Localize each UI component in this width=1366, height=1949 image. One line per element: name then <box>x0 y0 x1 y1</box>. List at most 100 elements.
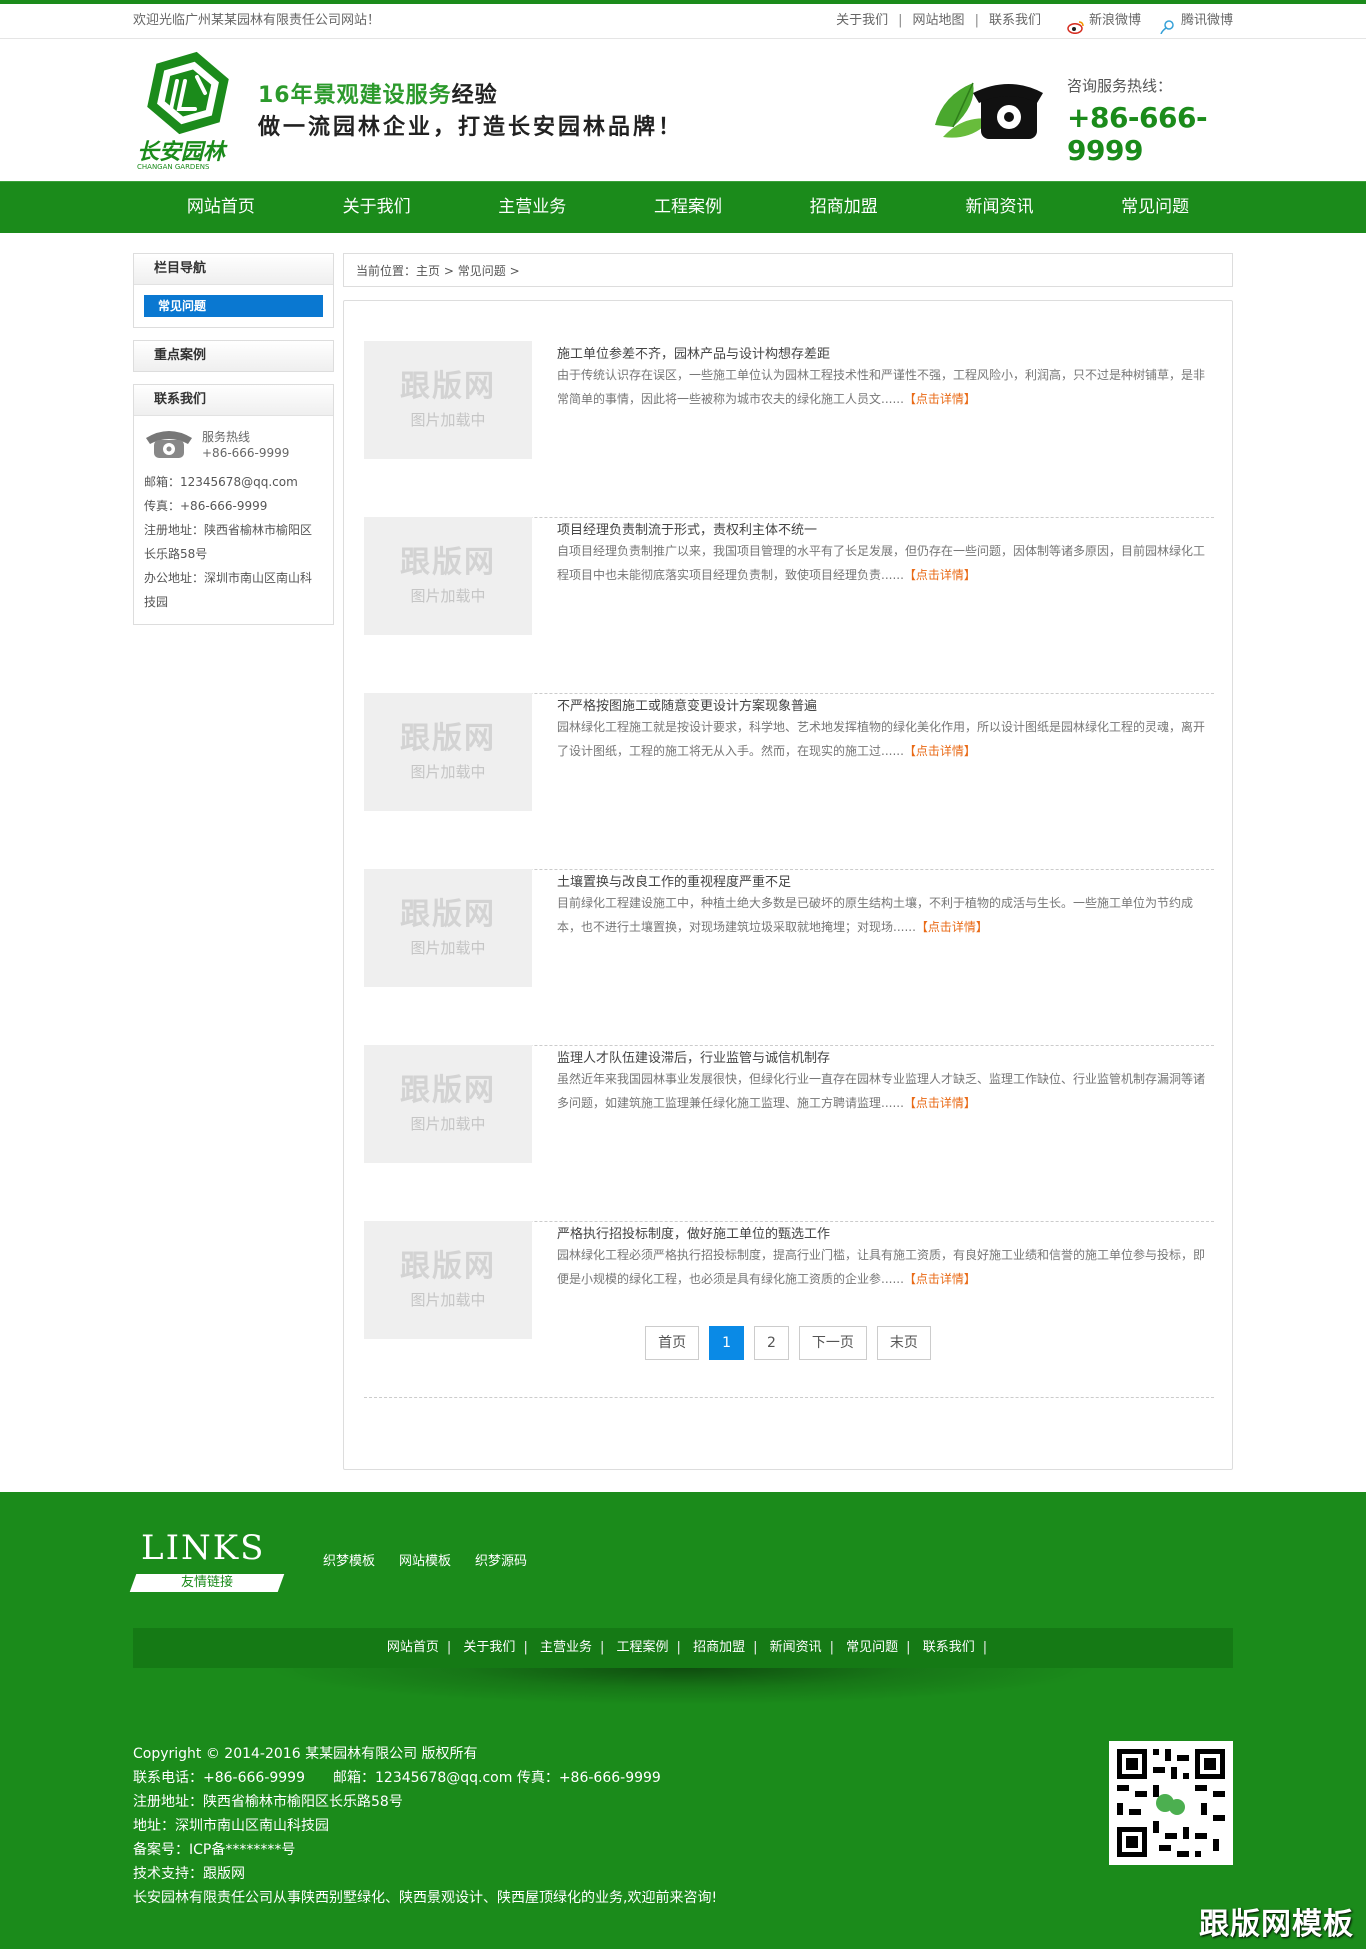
article-title[interactable]: 监理人才队伍建设滞后，行业监管与诚信机制存 <box>557 1047 830 1066</box>
page-1[interactable]: 1 <box>709 1326 744 1360</box>
placeholder-brand: 跟版网 <box>400 1249 496 1284</box>
article-summary: 由于传统认识存在误区，一些施工单位认为园林工程技术性和严谨性不强，工程风险小，利… <box>557 363 1212 411</box>
page-2[interactable]: 2 <box>754 1326 789 1360</box>
footer-nav-home[interactable]: 网站首页 <box>387 1640 439 1655</box>
tencent-weibo-link[interactable]: 腾讯微博 <box>1159 4 1233 38</box>
placeholder-loading: 图片加载中 <box>410 1115 486 1133</box>
more-link[interactable]: 【点击详情】 <box>904 568 976 582</box>
nav-about[interactable]: 关于我们 <box>299 182 455 233</box>
breadcrumb-current[interactable]: 常见问题 <box>458 264 506 278</box>
summary-text: 由于传统认识存在误区，一些施工单位认为园林工程技术性和严谨性不强，工程风险小，利… <box>557 368 1206 406</box>
more-link[interactable]: 【点击详情】 <box>904 392 976 406</box>
article-title[interactable]: 不严格按图施工或随意变更设计方案现象普遍 <box>557 695 817 714</box>
nav-cases[interactable]: 工程案例 <box>610 182 766 233</box>
weibo-icon <box>1067 14 1085 35</box>
footer-nav-contact[interactable]: 联系我们 <box>923 1640 975 1655</box>
list-item: 跟版网 图片加载中 项目经理负责制流于形式，责权利主体不统一 自项目经理负责制推广… <box>364 517 1214 694</box>
separator: | <box>753 1640 758 1655</box>
logo-subtext: CHANGAN GARDENS <box>137 163 210 171</box>
breadcrumb-home[interactable]: 主页 <box>416 264 440 278</box>
footer-icp: 备案号：ICP备********号 <box>133 1842 296 1858</box>
sina-weibo-link[interactable]: 新浪微博 <box>1067 4 1141 38</box>
nav-home[interactable]: 网站首页 <box>143 182 299 233</box>
footer-nav-about[interactable]: 关于我们 <box>463 1640 515 1655</box>
footer-nav-cases[interactable]: 工程案例 <box>617 1640 669 1655</box>
slogan-line1: 16年景观建设服务经验 <box>258 77 498 109</box>
service-hotline: 服务热线 +86-666-9999 <box>144 426 323 464</box>
article-title[interactable]: 施工单位参差不齐，园林产品与设计构想存差距 <box>557 343 830 362</box>
sidebar-item-faq[interactable]: 常见问题 <box>144 295 323 317</box>
more-link[interactable]: 【点击详情】 <box>916 920 988 934</box>
main-nav: 网站首页 关于我们 主营业务 工程案例 招商加盟 新闻资讯 常见问题 <box>0 181 1366 233</box>
sidebar-cases-box: 重点案例 <box>133 340 334 372</box>
top-link-about[interactable]: 关于我们 <box>836 4 888 38</box>
article-thumbnail[interactable]: 跟版网 图片加载中 <box>364 341 532 459</box>
page-next[interactable]: 下一页 <box>798 1326 867 1360</box>
separator: | <box>974 13 979 28</box>
article-title[interactable]: 严格执行招投标制度，做好施工单位的甄选工作 <box>557 1223 830 1242</box>
logo[interactable]: 长安园林 CHANGAN GARDENS <box>133 47 243 171</box>
telephone-icon <box>933 75 1043 143</box>
breadcrumb: 当前位置：主页 > 常见问题 > <box>343 253 1233 287</box>
page-first[interactable]: 首页 <box>645 1326 700 1360</box>
nav-business[interactable]: 主营业务 <box>454 182 610 233</box>
contact-fax: 传真：+86-666-9999 <box>144 499 268 513</box>
top-links: 关于我们 | 网站地图 | 联系我们 新浪微博 腾讯微博 <box>836 4 1233 38</box>
page-last[interactable]: 末页 <box>876 1326 931 1360</box>
placeholder-loading: 图片加载中 <box>410 763 486 781</box>
breadcrumb-sep: > <box>509 264 520 278</box>
footer: LINKS 友情链接 织梦模板 网站模板 织梦源码 网站首页 | 关于我们 | 主营… <box>0 1492 1366 1949</box>
footer-contact: 联系电话：+86-666-9999 邮箱：12345678@qq.com 传真：… <box>133 1770 661 1786</box>
list-item: 跟版网 图片加载中 施工单位参差不齐，园林产品与设计构想存差距 由于传统认识存在误… <box>364 341 1214 518</box>
more-link[interactable]: 【点击详情】 <box>904 1096 976 1110</box>
nav-news[interactable]: 新闻资讯 <box>922 182 1078 233</box>
article-title[interactable]: 项目经理负责制流于形式，责权利主体不统一 <box>557 519 817 538</box>
list-item: 跟版网 图片加载中 监理人才队伍建设滞后，行业监管与诚信机制存 虽然近年来我国园林… <box>364 1045 1214 1222</box>
nav-franchise[interactable]: 招商加盟 <box>766 182 922 233</box>
watermark: 跟版网模板 <box>1199 1907 1354 1942</box>
article-thumbnail[interactable]: 跟版网 图片加载中 <box>364 869 532 987</box>
nav-faq[interactable]: 常见问题 <box>1077 182 1233 233</box>
more-link[interactable]: 【点击详情】 <box>904 1272 976 1286</box>
top-link-contact[interactable]: 联系我们 <box>989 4 1041 38</box>
footer-description: 长安园林有限责任公司从事陕西别墅绿化、陕西景观设计、陕西屋顶绿化的业务,欢迎前来… <box>133 1890 718 1906</box>
article-thumbnail[interactable]: 跟版网 图片加载中 <box>364 517 532 635</box>
service-hotline-number: +86-666-9999 <box>202 446 290 460</box>
article-title[interactable]: 土壤置换与改良工作的重视程度严重不足 <box>557 871 791 890</box>
separator: | <box>982 1640 988 1655</box>
copyright: Copyright © 2014-2016 某某园林有限公司 版权所有 <box>133 1746 478 1762</box>
summary-text: 园林绿化工程必须严格执行招投标制度，提高行业门槛，让具有施工资质，有良好施工业绩… <box>557 1248 1206 1286</box>
placeholder-loading: 图片加载中 <box>410 939 486 957</box>
article-thumbnail[interactable]: 跟版网 图片加载中 <box>364 1221 532 1339</box>
sidebar-nav-box: 栏目导航 常见问题 <box>133 253 334 328</box>
slogan-years: 16年景观建设服务 <box>258 83 452 108</box>
footer-nav-shadow <box>233 1668 1133 1708</box>
placeholder-loading: 图片加载中 <box>410 411 486 429</box>
article-thumbnail[interactable]: 跟版网 图片加载中 <box>364 1045 532 1163</box>
placeholder-brand: 跟版网 <box>400 721 496 756</box>
friend-link[interactable]: 织梦模板 <box>323 1550 375 1569</box>
logo-text: 长安园林 <box>137 139 228 165</box>
placeholder-brand: 跟版网 <box>400 897 496 932</box>
footer-info: Copyright © 2014-2016 某某园林有限公司 版权所有 联系电话… <box>133 1742 717 1910</box>
breadcrumb-prefix: 当前位置： <box>356 264 417 278</box>
contact-email: 邮箱：12345678@qq.com <box>144 475 298 489</box>
breadcrumb-sep: > <box>443 264 454 278</box>
placeholder-brand: 跟版网 <box>400 1073 496 1108</box>
friend-link[interactable]: 织梦源码 <box>475 1550 527 1569</box>
top-link-sitemap[interactable]: 网站地图 <box>913 4 965 38</box>
footer-nav-faq[interactable]: 常见问题 <box>846 1640 898 1655</box>
pagination: 首页 1 2 下一页 末页 <box>344 1326 1232 1360</box>
article-summary: 园林绿化工程施工就是按设计要求，科学地、艺术地发挥植物的绿化美化作用，所以设计图… <box>557 715 1212 763</box>
footer-nav-franchise[interactable]: 招商加盟 <box>693 1640 745 1655</box>
sidebar-cases-title[interactable]: 重点案例 <box>134 341 333 371</box>
article-thumbnail[interactable]: 跟版网 图片加载中 <box>364 693 532 811</box>
friend-link[interactable]: 网站模板 <box>399 1550 451 1569</box>
tencent-weibo-label: 腾讯微博 <box>1180 13 1233 28</box>
slogan-line2: 做一流园林企业，打造长安园林品牌！ <box>258 115 684 140</box>
footer-nav-news[interactable]: 新闻资讯 <box>770 1640 822 1655</box>
footer-nav-business[interactable]: 主营业务 <box>540 1640 592 1655</box>
list-item: 跟版网 图片加载中 严格执行招投标制度，做好施工单位的甄选工作 园林绿化工程必须严… <box>364 1221 1214 1398</box>
list-item: 跟版网图片加载中 不严格按图施工或随意变更设计方案现象普遍 园林绿化工程施工就是… <box>364 693 1214 870</box>
more-link[interactable]: 【点击详情】 <box>904 744 976 758</box>
